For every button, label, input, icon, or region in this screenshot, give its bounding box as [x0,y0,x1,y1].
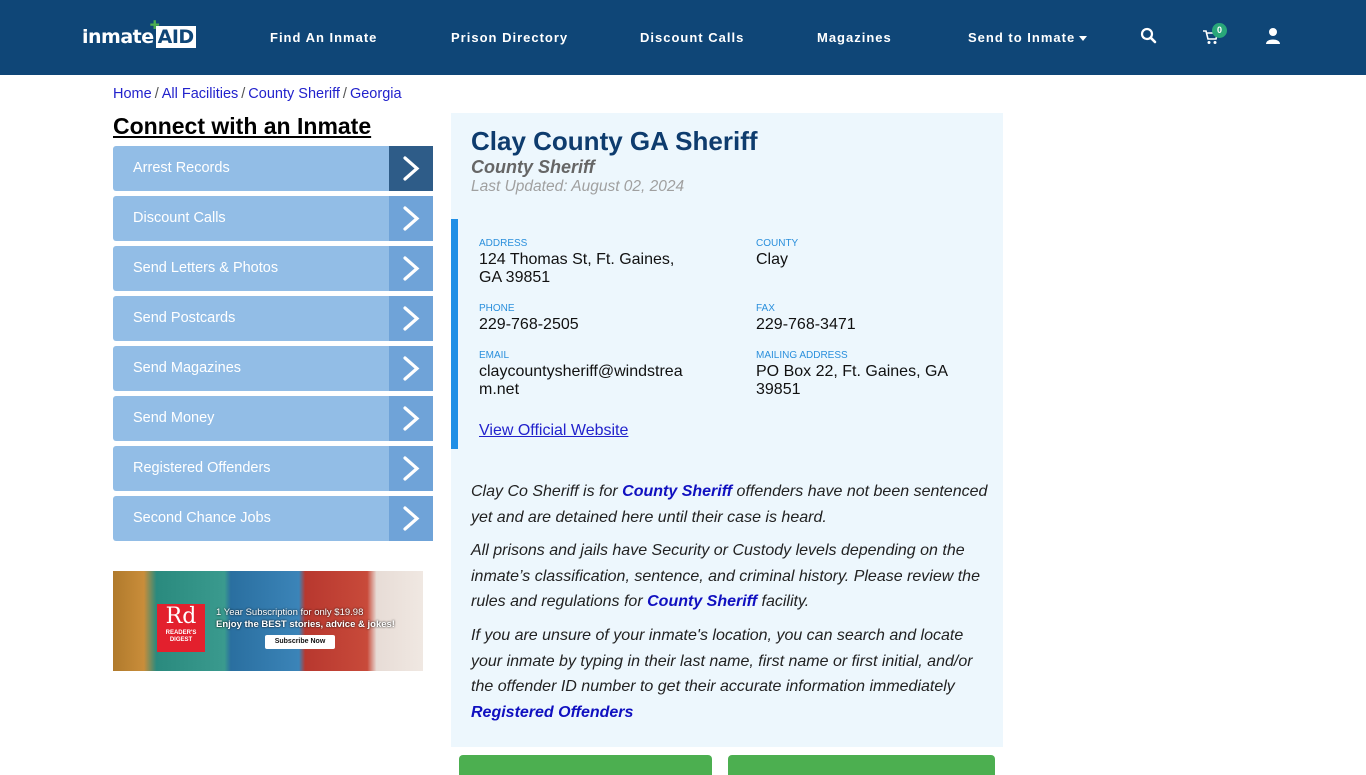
nav-magazines[interactable]: Magazines [817,30,892,45]
breadcrumb-home[interactable]: Home [113,86,152,102]
nav-discount-calls[interactable]: Discount Calls [640,30,744,45]
breadcrumb-separator: / [154,86,159,102]
phone-field: PHONE 229-768-2505 [479,303,699,334]
phone-value[interactable]: 229-768-2505 [479,316,699,334]
breadcrumb: Home / All Facilities / County Sheriff / Georg… [113,86,402,102]
breadcrumb-county-sheriff[interactable]: County Sheriff [248,86,340,102]
sidebar-item-label: Arrest Records [133,160,230,176]
chevron-right-icon [389,196,433,241]
nav-prison-directory[interactable]: Prison Directory [451,30,568,45]
email-value[interactable]: claycountysheriff@windstream.net [479,363,689,399]
caret-down-icon [1079,36,1088,42]
cart-count-badge: 0 [1212,23,1227,38]
description-text: Clay Co Sheriff is for [471,483,623,500]
description-paragraph-3: If you are unsure of your inmate's locat… [471,623,993,725]
view-official-website-link[interactable]: View Official Website [479,422,628,440]
county-sheriff-link[interactable]: County Sheriff [647,593,757,610]
readers-digest-ad-banner[interactable]: Rd READER'S DIGEST 1 Year Subscription f… [113,571,423,671]
plus-icon: ✚ [149,18,160,32]
logo-text: inmate [82,26,154,48]
address-field: ADDRESS 124 Thomas St, Ft. Gaines, GA 39… [479,238,699,287]
sidebar-item-label: Send Magazines [133,360,242,376]
county-field: COUNTY Clay [756,238,976,269]
fax-label: FAX [756,303,775,314]
sidebar-item-label: Send Postcards [133,310,236,326]
chevron-right-icon [389,146,433,191]
facility-title: Clay County GA Sheriff [471,126,758,156]
sidebar-item-label: Second Chance Jobs [133,510,271,526]
description-paragraph-2: All prisons and jails have Security or C… [471,538,993,615]
county-label: COUNTY [756,238,799,249]
ad-subheadline: Enjoy the BEST stories, advice & jokes! [216,619,395,630]
facility-panel: Clay County GA Sheriff County Sheriff La… [451,113,1003,747]
email-label: EMAIL [479,350,510,361]
top-navbar: inmate ✚ AID Find An Inmate Prison Directo… [0,0,1366,75]
facility-info-box: ADDRESS 124 Thomas St, Ft. Gaines, GA 39… [451,219,1003,449]
email-field: EMAIL claycountysheriff@windstream.net [479,350,689,399]
ad-headline: 1 Year Subscription for only $19.98 [216,607,364,618]
breadcrumb-separator: / [342,86,347,102]
sidebar-item-send-magazines[interactable]: Send Magazines [113,346,433,391]
breadcrumb-all-facilities[interactable]: All Facilities [162,86,239,102]
green-action-button-2[interactable] [728,755,995,775]
mailing-address-field: MAILING ADDRESS PO Box 22, Ft. Gaines, G… [756,350,971,399]
mailing-address-label: MAILING ADDRESS [756,350,848,361]
chevron-right-icon [389,246,433,291]
chevron-right-icon [389,346,433,391]
mailing-address-value: PO Box 22, Ft. Gaines, GA 39851 [756,363,948,398]
nav-send-to-inmate-label: Send to Inmate [968,30,1076,45]
chevron-right-icon [389,496,433,541]
fax-value: 229-768-3471 [756,316,856,333]
sidebar-item-label: Discount Calls [133,210,226,226]
sidebar-item-label: Send Letters & Photos [133,260,279,276]
chevron-right-icon [389,296,433,341]
description-text: facility. [757,593,810,610]
county-sheriff-link[interactable]: County Sheriff [622,483,732,500]
nav-find-an-inmate[interactable]: Find An Inmate [270,30,377,45]
sidebar-item-registered-offenders[interactable]: Registered Offenders [113,446,433,491]
readers-digest-logo: Rd READER'S DIGEST [157,604,205,652]
description-paragraph-1: Clay Co Sheriff is for County Sheriff of… [471,479,993,530]
fax-field: FAX 229-768-3471 [756,303,976,334]
county-value: Clay [756,251,789,268]
logo-accent: ✚ AID [149,18,196,48]
sidebar-item-send-money[interactable]: Send Money [113,396,433,441]
phone-label: PHONE [479,303,515,314]
green-action-button-1[interactable] [459,755,712,775]
sidebar-item-label: Registered Offenders [133,460,271,476]
chevron-right-icon [389,396,433,441]
chevron-right-icon [389,446,433,491]
sidebar-item-send-letters-photos[interactable]: Send Letters & Photos [113,246,433,291]
description-text: If you are unsure of your inmate's locat… [471,627,973,695]
sidebar-item-label: Send Money [133,410,215,426]
address-label: ADDRESS [479,238,528,249]
nav-send-to-inmate[interactable]: Send to Inmate [968,30,1088,45]
facility-type: County Sheriff [471,157,595,177]
breadcrumb-georgia[interactable]: Georgia [350,86,402,102]
search-icon[interactable] [1140,27,1158,45]
address-value: 124 Thomas St, Ft. Gaines, GA 39851 [479,251,675,286]
sidebar-menu: Arrest Records Discount Calls Send Lette… [113,146,433,546]
ad-subscribe-button[interactable]: Subscribe Now [265,635,335,649]
breadcrumb-separator: / [241,86,246,102]
last-updated: Last Updated: August 02, 2024 [471,178,685,195]
user-icon[interactable] [1264,27,1282,45]
registered-offenders-link[interactable]: Registered Offenders [471,704,633,721]
sidebar-item-send-postcards[interactable]: Send Postcards [113,296,433,341]
inmateaid-logo[interactable]: inmate ✚ AID [82,18,196,50]
sidebar-item-discount-calls[interactable]: Discount Calls [113,196,433,241]
sidebar-item-arrest-records[interactable]: Arrest Records [113,146,433,191]
connect-with-inmate-heading: Connect with an Inmate [113,113,372,139]
sidebar-item-second-chance-jobs[interactable]: Second Chance Jobs [113,496,433,541]
